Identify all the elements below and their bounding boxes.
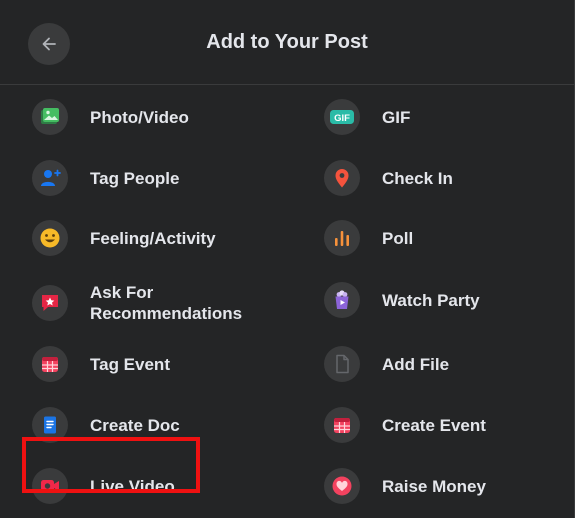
option-label: Ask For Recommendations: [90, 283, 243, 323]
option-label: Tag People: [90, 168, 180, 188]
option-live-video[interactable]: Live Video: [32, 468, 175, 504]
dialog-title: Add to Your Post: [206, 31, 368, 53]
option-gif[interactable]: GIF GIF: [324, 99, 410, 135]
raise-money-icon: [324, 468, 360, 504]
option-raise-money[interactable]: Raise Money: [324, 468, 486, 504]
option-label: Feeling/Activity: [90, 228, 216, 248]
option-label: Watch Party: [382, 290, 480, 310]
ask-recommendations-icon: [32, 285, 68, 321]
check-in-icon: [324, 160, 360, 196]
gif-icon: GIF: [324, 99, 360, 135]
photo-video-icon: [32, 99, 68, 135]
option-poll[interactable]: Poll: [324, 220, 413, 256]
svg-text:GIF: GIF: [334, 113, 350, 124]
option-label: Photo/Video: [90, 107, 189, 127]
create-doc-icon: [32, 407, 68, 443]
tag-event-icon: [32, 346, 68, 382]
option-label: Check In: [382, 168, 453, 188]
option-label: Tag Event: [90, 354, 170, 374]
option-tag-event[interactable]: Tag Event: [32, 346, 170, 382]
feeling-activity-icon: [32, 220, 68, 256]
option-ask-recommendations[interactable]: Ask For Recommendations: [32, 282, 280, 324]
option-feeling-activity[interactable]: Feeling/Activity: [32, 220, 216, 256]
option-add-file[interactable]: Add File: [324, 346, 449, 382]
option-photo-video[interactable]: Photo/Video: [32, 99, 189, 135]
add-to-post-dialog: Add to Your Post Photo/Video Tag People …: [0, 0, 575, 518]
option-create-doc[interactable]: Create Doc: [32, 407, 180, 443]
dialog-header: Add to Your Post: [0, 0, 574, 85]
back-arrow-icon: [42, 37, 56, 51]
live-video-icon: [32, 468, 68, 504]
option-watch-party[interactable]: Watch Party: [324, 282, 480, 318]
tag-people-icon: [32, 160, 68, 196]
option-label: Poll: [382, 228, 414, 248]
option-label: Create Doc: [90, 415, 180, 435]
option-create-event[interactable]: Create Event: [324, 407, 486, 443]
create-event-icon: [324, 407, 360, 443]
option-label: Live Video: [90, 476, 175, 496]
option-check-in[interactable]: Check In: [324, 160, 453, 196]
add-file-icon: [324, 346, 360, 382]
option-label: GIF: [382, 107, 411, 127]
watch-party-icon: [324, 282, 360, 318]
back-button[interactable]: [28, 23, 70, 65]
option-label: Create Event: [382, 415, 486, 435]
option-tag-people[interactable]: Tag People: [32, 160, 179, 196]
option-label: Raise Money: [382, 476, 486, 496]
option-label: Add File: [382, 354, 450, 374]
poll-icon: [324, 220, 360, 256]
